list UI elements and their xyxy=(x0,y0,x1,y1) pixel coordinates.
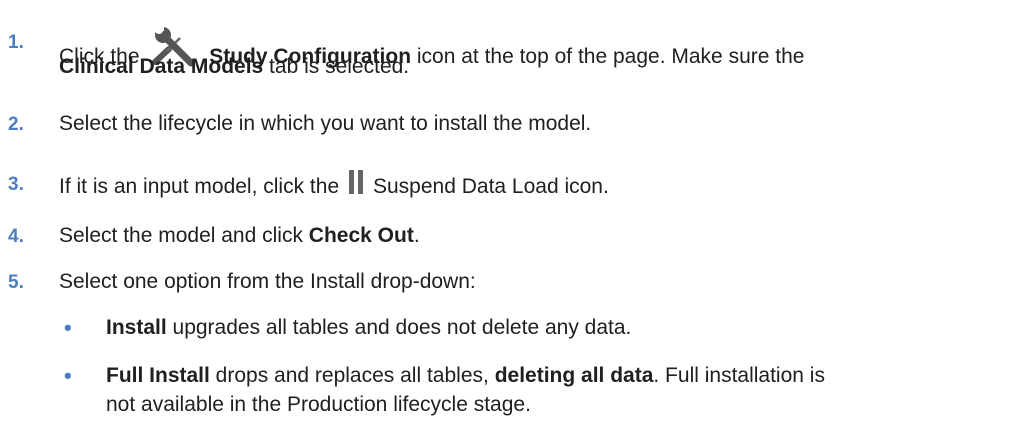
pause-icon xyxy=(347,168,367,196)
step-number: 5. xyxy=(8,272,24,293)
bullet: • xyxy=(64,315,72,340)
option-text: upgrades all tables and does not delete … xyxy=(166,316,632,339)
step-number: 2. xyxy=(8,114,24,135)
step-text: Select the lifecycle in which you want t… xyxy=(59,112,592,135)
step-text: tab is selected. xyxy=(263,55,410,78)
step-text: Select one option from the Install drop-… xyxy=(59,270,476,293)
option-full-install-line-1: Full Install drops and replaces all tabl… xyxy=(106,363,825,389)
step-text: icon at the top of the page. Make sure t… xyxy=(411,45,805,68)
step-text: . xyxy=(413,224,420,247)
step-4-line: Select the model and click Check Out. xyxy=(59,223,420,249)
option-install-text: Install upgrades all tables and does not… xyxy=(106,315,631,341)
option-text: drops and replaces all tables, xyxy=(209,364,495,387)
step-text: Suspend Data Load icon. xyxy=(372,175,609,198)
step-number: 1. xyxy=(8,32,24,53)
full-install-label: Full Install xyxy=(106,364,210,387)
clinical-data-models-label: Clinical Data Models xyxy=(59,55,264,78)
install-label: Install xyxy=(106,316,167,339)
instruction-steps: 1. Click the Study Configuration icon at… xyxy=(0,0,1024,425)
step-3-line: If it is an input model, click the Suspe… xyxy=(59,168,609,200)
option-text: . Full installation is xyxy=(653,364,825,387)
step-text: Select the model and click xyxy=(59,224,309,247)
step-number: 4. xyxy=(8,226,24,247)
bullet: • xyxy=(64,363,72,388)
check-out-label: Check Out xyxy=(308,224,414,247)
step-text: If it is an input model, click the xyxy=(59,175,340,198)
step-number: 3. xyxy=(8,174,24,195)
deleting-all-data-label: deleting all data xyxy=(494,364,654,387)
option-full-install-line-2: not available in the Production lifecycl… xyxy=(106,393,531,416)
step-1-line-2: Clinical Data Models tab is selected. xyxy=(59,54,409,80)
